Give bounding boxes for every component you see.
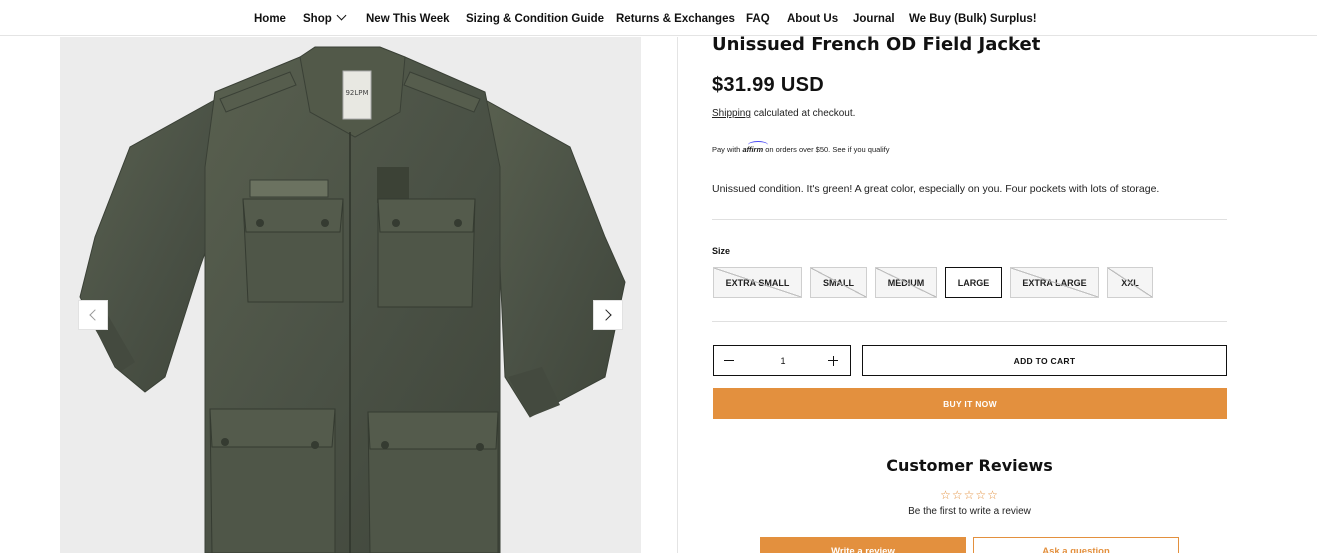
nav-sizing-guide[interactable]: Sizing & Condition Guide <box>466 13 604 25</box>
size-option-xxl[interactable]: XXL <box>1107 267 1153 298</box>
minus-icon[interactable] <box>720 351 740 371</box>
affirm-suffix: on orders over $50. See if you qualify <box>763 145 890 154</box>
divider <box>712 219 1227 220</box>
nav-faq[interactable]: FAQ <box>746 13 770 25</box>
chevron-right-icon <box>600 309 612 321</box>
nav-home[interactable]: Home <box>254 13 286 25</box>
buy-now-button[interactable]: BUY IT NOW <box>713 388 1227 419</box>
column-divider <box>677 37 678 553</box>
chevron-left-icon <box>89 309 101 321</box>
gallery-prev-button[interactable] <box>78 300 108 330</box>
star-rating-icon: ☆☆☆☆☆ <box>940 488 999 502</box>
product-description: Unissued condition. It's green! A great … <box>712 183 1160 195</box>
plus-icon[interactable] <box>824 351 844 371</box>
reviews-heading: Customer Reviews <box>886 456 1053 475</box>
add-to-cart-button[interactable]: ADD TO CART <box>862 345 1227 376</box>
chevron-down-icon <box>336 10 347 21</box>
svg-text:92LPM: 92LPM <box>345 89 368 97</box>
nav-new-this-week[interactable]: New This Week <box>366 13 450 25</box>
nav-returns[interactable]: Returns & Exchanges <box>616 13 735 25</box>
gallery-next-button[interactable] <box>593 300 623 330</box>
nav-journal[interactable]: Journal <box>853 13 895 25</box>
ask-question-button[interactable]: Ask a question <box>973 537 1179 553</box>
product-gallery: 92LPM <box>60 37 641 553</box>
divider <box>712 321 1227 322</box>
size-option-extra-large[interactable]: EXTRA LARGE <box>1010 267 1099 298</box>
affirm-prefix: Pay with <box>712 145 743 154</box>
affirm-arc-icon <box>748 141 769 149</box>
size-option-large[interactable]: LARGE <box>945 267 1002 298</box>
quantity-input[interactable] <box>754 352 812 370</box>
top-navigation: Home Shop New This Week Sizing & Conditi… <box>0 0 1317 36</box>
affirm-logo: affirm <box>742 141 769 154</box>
shipping-note: Shipping calculated at checkout. <box>712 108 855 119</box>
product-image: 92LPM <box>79 46 626 553</box>
write-review-button[interactable]: Write a review <box>760 537 966 553</box>
shipping-link[interactable]: Shipping <box>712 108 751 119</box>
shipping-text: calculated at checkout. <box>750 108 856 119</box>
quantity-stepper <box>713 345 851 376</box>
nav-about-us[interactable]: About Us <box>787 13 838 25</box>
size-option-extra-small[interactable]: EXTRA SMALL <box>713 267 802 298</box>
size-option-medium[interactable]: MEDIUM <box>875 267 937 298</box>
size-label: Size <box>712 246 731 256</box>
nav-we-buy-surplus[interactable]: We Buy (Bulk) Surplus! <box>909 13 1037 25</box>
nav-shop-label: Shop <box>303 13 332 25</box>
size-option-small[interactable]: SMALL <box>810 267 867 298</box>
nav-shop[interactable]: Shop <box>303 10 347 25</box>
reviews-empty-text: Be the first to write a review <box>908 506 1031 517</box>
product-title: Unissued French OD Field Jacket <box>712 34 1041 55</box>
affirm-message[interactable]: Pay with affirm on orders over $50. See … <box>712 141 890 154</box>
product-price: $31.99 USD <box>712 74 824 96</box>
